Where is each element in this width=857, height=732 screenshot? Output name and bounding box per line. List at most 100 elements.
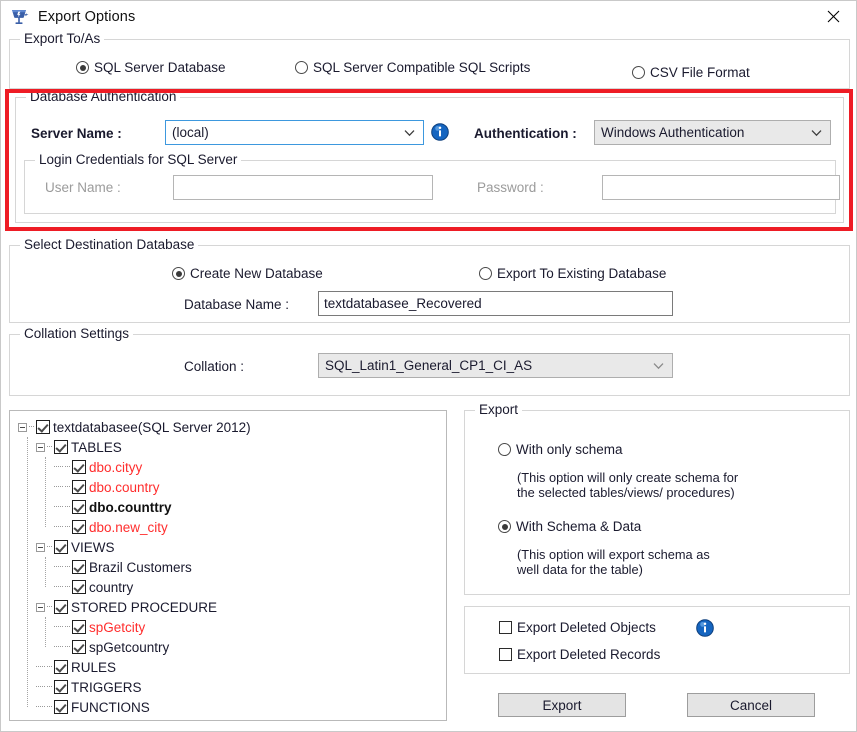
tree-node-label: dbo.counttry [89,500,172,515]
tree-collapse-icon[interactable] [36,443,45,452]
tree-node[interactable]: TRIGGERS [10,677,446,697]
tree-connector-dash [54,526,63,528]
tree-node[interactable]: TABLES [10,437,446,457]
tree-node-label: textdatabasee(SQL Server 2012) [53,420,251,435]
radio-label: SQL Server Compatible SQL Scripts [313,60,530,75]
collation-label: Collation : [184,359,244,374]
authentication-combo[interactable]: Windows Authentication [594,120,831,145]
tree-node-checkbox[interactable] [54,540,68,554]
tree-connector-dash [47,686,52,688]
radio-with-only-schema[interactable]: With only schema [498,442,623,457]
database-authentication-group: Database Authentication Server Name : (l… [15,97,844,223]
tree-node-checkbox[interactable] [72,480,86,494]
tree-node-label: spGetcountry [89,640,169,655]
tree-node-checkbox[interactable] [72,520,86,534]
server-name-combo[interactable]: (local) [165,120,424,145]
radio-label: Create New Database [190,266,323,281]
deleted-objects-info-icon[interactable] [696,619,714,637]
tree-node-checkbox[interactable] [72,560,86,574]
checkbox-export-deleted-records[interactable]: Export Deleted Records [499,647,660,662]
tree-node[interactable]: dbo.counttry [10,497,446,517]
radio-sql-server-compatible-scripts[interactable]: SQL Server Compatible SQL Scripts [295,60,530,75]
tree-connector-dash [54,646,63,648]
tree-node-label: FUNCTIONS [71,700,150,715]
radio-indicator [479,267,492,280]
tree-node[interactable]: dbo.country [10,477,446,497]
tree-node[interactable]: country [10,577,446,597]
export-mode-legend: Export [475,402,522,417]
tree-node-label: STORED PROCEDURE [71,600,217,615]
collation-value: SQL_Latin1_General_CP1_CI_AS [325,358,532,373]
tree-node-label: Brazil Customers [89,560,192,575]
tree-connector-dash [47,666,52,668]
tree-node-checkbox[interactable] [54,440,68,454]
tree-node-label: country [89,580,133,595]
tree-node[interactable]: VIEWS [10,537,446,557]
tree-connector-dash [47,546,52,548]
radio-label: With only schema [516,442,623,457]
export-button-label: Export [542,698,581,713]
tree-connector-dash [65,526,70,528]
tree-node[interactable]: RULES [10,657,446,677]
tree-node[interactable]: textdatabasee(SQL Server 2012) [10,417,446,437]
tree-node-checkbox[interactable] [54,660,68,674]
tree-node[interactable]: STORED PROCEDURE [10,597,446,617]
server-name-info-icon[interactable] [431,123,449,141]
database-objects-tree[interactable]: textdatabasee(SQL Server 2012) TABLES dbo.… [9,410,447,721]
tree-node[interactable]: dbo.new_city [10,517,446,537]
tree-connector-dash [65,466,70,468]
tree-node-checkbox[interactable] [54,600,68,614]
tree-collapse-icon[interactable] [36,603,45,612]
tree-node-label: TABLES [71,440,122,455]
tree-connector-dash [47,706,52,708]
with-schema-and-data-note: (This option will export schema as well … [517,547,837,577]
tree-connector-dash [65,586,70,588]
tree-node-checkbox[interactable] [36,420,50,434]
cancel-button[interactable]: Cancel [687,693,815,717]
tree-node-label: dbo.cityy [89,460,142,475]
tree-connector-dash [65,626,70,628]
cancel-button-label: Cancel [730,698,772,713]
tree-node-checkbox[interactable] [72,580,86,594]
database-name-value: textdatabasee_Recovered [324,296,482,311]
tree-node-checkbox[interactable] [54,680,68,694]
export-button[interactable]: Export [498,693,626,717]
radio-indicator [76,61,89,74]
tree-node-checkbox[interactable] [54,700,68,714]
database-name-input[interactable]: textdatabasee_Recovered [318,291,673,316]
radio-with-schema-and-data[interactable]: With Schema & Data [498,519,641,534]
tree-connector-dash [36,686,45,688]
export-to-as-legend: Export To/As [20,31,104,46]
radio-label: Export To Existing Database [497,266,666,281]
radio-create-new-database[interactable]: Create New Database [172,266,323,281]
tree-node-checkbox[interactable] [72,620,86,634]
tree-node-checkbox[interactable] [72,640,86,654]
radio-csv-file-format[interactable]: CSV File Format [632,65,750,80]
collation-combo[interactable]: SQL_Latin1_General_CP1_CI_AS [318,353,673,378]
tree-collapse-icon[interactable] [36,543,45,552]
password-input[interactable] [602,175,840,200]
checkbox-export-deleted-objects[interactable]: Export Deleted Objects [499,620,656,635]
tree-node-checkbox[interactable] [72,500,86,514]
tree-node[interactable]: FUNCTIONS [10,697,446,717]
tree-connector-dash [47,606,52,608]
authentication-value: Windows Authentication [601,125,744,140]
tree-node[interactable]: dbo.cityy [10,457,446,477]
server-name-label: Server Name : [31,126,122,141]
database-name-label: Database Name : [184,297,289,312]
tree-collapse-icon[interactable] [18,423,27,432]
tree-node[interactable]: spGetcity [10,617,446,637]
tree-node[interactable]: spGetcountry [10,637,446,657]
user-name-input[interactable] [173,175,433,200]
tree-node[interactable]: Brazil Customers [10,557,446,577]
tree-node-checkbox[interactable] [72,460,86,474]
close-icon[interactable] [810,1,856,32]
checkbox-label: Export Deleted Objects [517,620,656,635]
tree-node-label: RULES [71,660,116,675]
window-title: Export Options [38,9,135,25]
tree-connector-dash [54,586,63,588]
radio-sql-server-database[interactable]: SQL Server Database [76,60,226,75]
tree-connector-dash [65,566,70,568]
server-name-value: (local) [172,125,209,140]
radio-export-to-existing-database[interactable]: Export To Existing Database [479,266,666,281]
